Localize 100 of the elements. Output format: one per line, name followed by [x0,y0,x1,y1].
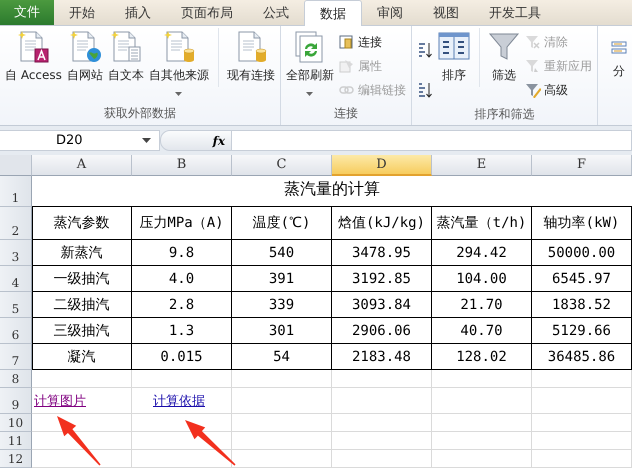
outline-icon [610,39,627,55]
row-header[interactable]: 10 [0,414,32,432]
table-cell: 三级抽汽 [54,322,110,340]
hyperlink[interactable]: 计算图片 [34,392,86,410]
ribbon-button[interactable]: 筛选 [478,28,522,87]
ribbon-tab[interactable]: 插入 [110,0,166,25]
table-cell: 40.70 [460,322,503,338]
row-header[interactable]: 4 [0,266,32,292]
table-cell: 104.00 [456,270,507,286]
hyperlink[interactable]: 计算依据 [153,392,205,410]
connections-icon [338,34,355,50]
column-header[interactable]: B [132,155,232,176]
column-header[interactable]: A [32,155,132,176]
column-header[interactable]: D [332,155,432,176]
row-header[interactable]: 11 [0,432,32,450]
ribbon-button[interactable]: 全部刷新 [284,28,336,103]
ribbon-button[interactable]: 现有连接 [218,28,277,87]
table-cell: 2183.48 [352,348,411,364]
ribbon-button[interactable]: 自网站 [64,28,105,87]
header-cell: 蒸汽参数 [54,214,110,232]
ribbon-button[interactable]: 分 [600,28,632,83]
ribbon-tab[interactable]: 视图 [418,0,474,25]
caret-icon [306,92,314,96]
ribbon-button[interactable]: 自 Access [3,28,64,87]
table-cell: 2906.06 [352,322,411,338]
header-cell: 轴功率(kW) [544,214,620,232]
arrow-annotation [57,416,101,466]
group-label: 获取外部数据 [102,105,177,122]
table-cell: 1838.52 [552,296,611,312]
row-header[interactable]: 8 [0,370,32,388]
row-header[interactable]: 6 [0,318,32,344]
row-header[interactable]: 5 [0,292,32,318]
table-cell: 21.70 [460,296,503,312]
ribbon-button[interactable]: 连接 [336,31,408,53]
clear-filter-icon [524,34,541,50]
table-cell: 0.015 [160,348,203,364]
table-cell: 二级抽汽 [54,296,110,314]
insert-function-button[interactable]: fx [212,134,225,148]
table-cell: 294.42 [456,244,507,260]
advanced-filter-icon [524,82,541,98]
name-box[interactable]: D20 [0,130,160,151]
table-cell: 凝汽 [68,348,96,366]
row-header[interactable]: 9 [0,388,32,414]
row-header[interactable]: 1 [0,176,32,207]
arrow-annotation [185,420,236,466]
file-tab[interactable]: 文件 [0,0,54,25]
properties-icon [338,58,355,74]
row-header[interactable]: 2 [0,207,32,240]
caret-icon [175,92,182,96]
table-cell: 54 [273,348,290,364]
text-document-icon [110,31,142,63]
ribbon-tab[interactable]: 开始 [54,0,110,25]
sort-ascending-icon [416,41,433,59]
table-cell: 2.8 [168,296,194,312]
table-cell: 391 [268,270,294,286]
database-document-icon [162,31,195,63]
caret-icon [142,138,151,143]
table-cell: 1.3 [168,322,194,338]
ribbon-button[interactable]: 排序 [436,28,472,87]
sort-descending-icon [416,81,433,99]
header-cell: 焓值(kJ/kg) [338,214,425,232]
formula-input[interactable] [232,130,632,151]
row-header[interactable]: 3 [0,240,32,266]
sheet-title: 蒸汽量的计算 [32,176,632,207]
ribbon-tab[interactable]: 页面布局 [166,0,248,25]
table-cell: 128.02 [456,348,507,364]
table-cell: 540 [268,244,294,260]
header-cell: 温度(℃) [252,214,310,232]
table-cell: 4.0 [168,270,194,286]
web-document-icon [68,31,101,63]
ribbon-tab[interactable]: 开发工具 [474,0,556,25]
access-document-icon [17,31,50,63]
ribbon-tab[interactable]: 数据 [304,0,362,26]
ribbon-button[interactable]: 自其他来源 [146,28,211,103]
row-header[interactable]: 7 [0,344,32,370]
ribbon-button[interactable]: 自文本 [106,28,146,87]
header-cell: 压力MPa（A) [139,214,224,232]
table-cell: 6545.97 [552,270,611,286]
column-header[interactable]: C [232,155,332,176]
group-label: 连接 [332,105,359,122]
table-cell: 3478.95 [352,244,411,260]
column-header[interactable]: F [532,155,632,176]
table-cell: 36485.86 [548,348,616,364]
column-header[interactable]: E [432,155,532,176]
ribbon-tab[interactable]: 审阅 [362,0,418,25]
table-cell: 9.8 [168,244,194,260]
table-cell: 3093.84 [352,296,411,312]
table-cell: 3192.85 [352,270,411,286]
table-cell: 一级抽汽 [54,270,110,288]
table-cell: 301 [268,322,294,338]
table-cell: 50000.00 [548,244,616,260]
header-cell: 蒸汽量（t/h) [436,214,526,232]
table-cell: 339 [268,296,294,312]
table-cell: 新蒸汽 [60,244,102,262]
reapply-filter-icon [524,58,541,74]
row-header[interactable]: 12 [0,450,32,468]
table-cell: 5129.66 [552,322,611,338]
group-label: 排序和筛选 [473,106,536,123]
ribbon-tab[interactable]: 公式 [248,0,304,25]
ribbon-button[interactable]: 高级 [522,79,594,101]
